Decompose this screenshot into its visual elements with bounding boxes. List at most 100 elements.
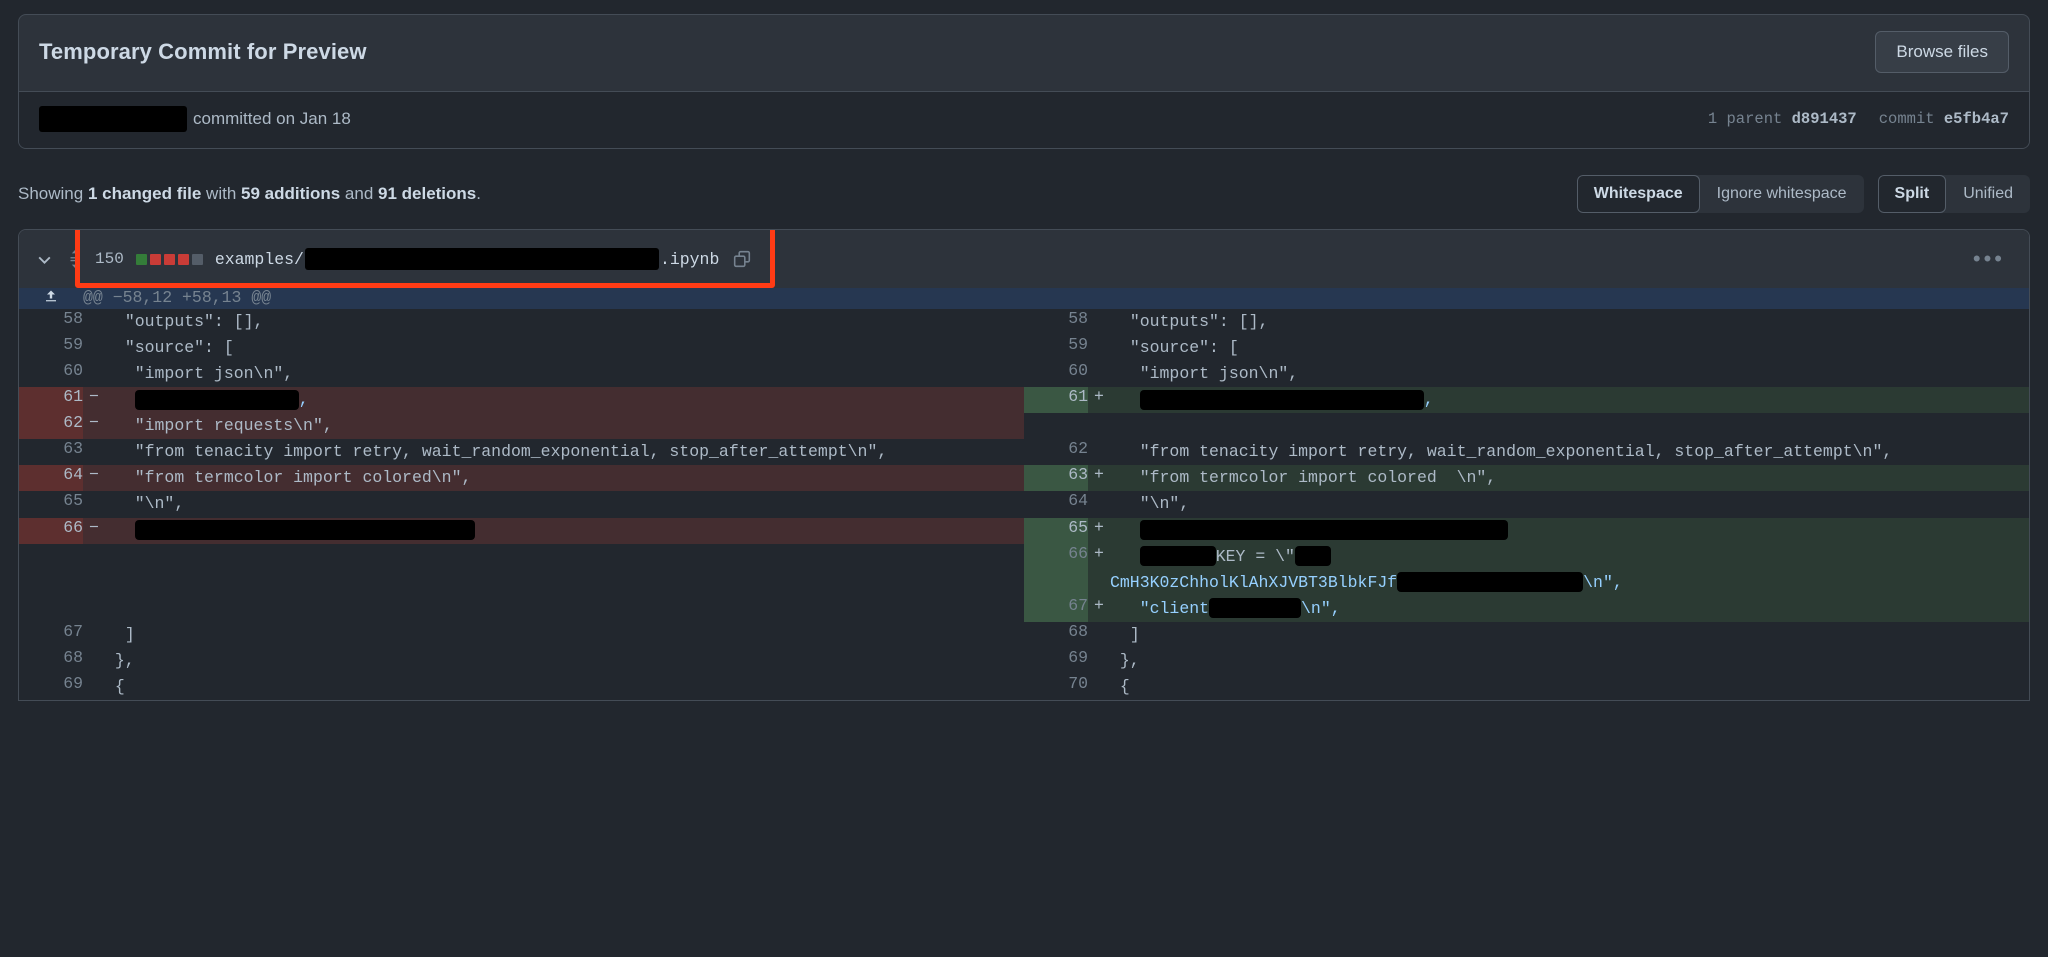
right-line-number: 59	[1024, 335, 1088, 361]
left-code[interactable]: },	[105, 648, 1024, 674]
whitespace-button[interactable]: Whitespace	[1577, 175, 1700, 213]
commit-card-header: Temporary Commit for Preview Browse file…	[19, 15, 2029, 91]
left-line-number: 63	[19, 439, 83, 465]
ignore-whitespace-button[interactable]: Ignore whitespace	[1700, 175, 1864, 213]
left-code[interactable]: ]	[105, 622, 1024, 648]
right-code[interactable]: },	[1110, 648, 2029, 674]
left-line-number: 58	[19, 309, 83, 335]
right-sign: +	[1088, 596, 1110, 622]
changed-file-count: 1 changed file	[88, 184, 201, 203]
right-sign	[1088, 439, 1110, 465]
right-line-number: 66	[1024, 544, 1088, 596]
right-code[interactable]: "client\n",	[1110, 596, 2029, 622]
right-code[interactable]: "import json\n",	[1110, 361, 2029, 387]
right-sign	[1088, 361, 1110, 387]
api-key-prefix-redacted	[1295, 546, 1331, 566]
api-key-value[interactable]: CmH3K0zChholKlAhXJVBT3BlbkFJf	[1110, 573, 1397, 592]
right-code[interactable]	[1110, 518, 2029, 544]
file-change-count: 150	[95, 250, 124, 268]
file-options-kebab-icon[interactable]: •••	[1973, 248, 2015, 270]
copy-path-icon[interactable]	[733, 250, 751, 268]
left-sign	[83, 674, 105, 700]
left-sign	[83, 648, 105, 674]
right-code[interactable]: "outputs": [],	[1110, 309, 2029, 335]
right-code[interactable]: ]	[1110, 622, 2029, 648]
right-code[interactable]: "source": [	[1110, 335, 2029, 361]
commit-sha-group-inner[interactable]: commit e5fb4a7	[1879, 110, 2009, 128]
commit-sha[interactable]: e5fb4a7	[1944, 110, 2009, 128]
left-code[interactable]: "source": [	[105, 335, 1024, 361]
commit-title: Temporary Commit for Preview	[39, 39, 367, 65]
left-line-number: 67	[19, 622, 83, 648]
right-line-number	[1024, 413, 1088, 439]
file-path[interactable]: examples/.ipynb	[215, 248, 752, 270]
parent-sha[interactable]: d891437	[1792, 110, 1857, 128]
right-code[interactable]: "from tenacity import retry, wait_random…	[1110, 439, 2029, 465]
parent-sha-group[interactable]: 1 parent d891437	[1708, 110, 1857, 128]
right-code-api-key[interactable]: KEY = \"CmH3K0zChholKlAhXJVBT3BlbkFJf\n"…	[1110, 544, 2029, 596]
showing-summary: Showing 1 changed file with 59 additions…	[18, 184, 481, 204]
additions-count: 59 additions	[241, 184, 340, 203]
left-code[interactable]: "from termcolor import colored\n",	[105, 465, 1024, 491]
browse-files-button[interactable]: Browse files	[1875, 31, 2009, 73]
left-code[interactable]: ,	[105, 387, 1024, 413]
diff-row: 68 }, 69 },	[19, 648, 2029, 674]
right-code-tail: ,	[1424, 390, 1434, 409]
left-code[interactable]: {	[105, 674, 1024, 700]
api-key-label: KEY = \"	[1216, 547, 1295, 566]
file-header-content: 150 examples/.ipynb	[67, 248, 751, 270]
right-sign: +	[1088, 544, 1110, 596]
right-line-number: 58	[1024, 309, 1088, 335]
diff-summary-row: Showing 1 changed file with 59 additions…	[18, 175, 2030, 213]
diff-row-redacted: 61 − , 61 + ,	[19, 387, 2029, 413]
right-sign: +	[1088, 387, 1110, 413]
right-sign	[1088, 413, 1110, 439]
right-sign	[1088, 335, 1110, 361]
left-code[interactable]	[105, 518, 1024, 544]
left-sign: −	[83, 465, 105, 491]
right-code[interactable]: "from termcolor import colored \n",	[1110, 465, 2029, 491]
commit-sha-group: 1 parent d891437 commit e5fb4a7	[1708, 110, 2009, 128]
diff-row: 65 "\n", 64 "\n",	[19, 491, 2029, 517]
right-code-tail: \n",	[1301, 599, 1341, 618]
showing-and: and	[340, 184, 378, 203]
right-sign	[1088, 622, 1110, 648]
left-line-number: 59	[19, 335, 83, 361]
right-code[interactable]: {	[1110, 674, 2029, 700]
hunk-header-text: @@ −58,12 +58,13 @@	[83, 288, 2029, 309]
left-code[interactable]: "from tenacity import retry, wait_random…	[105, 439, 1024, 465]
left-sign	[83, 439, 105, 465]
right-line-number: 61	[1024, 387, 1088, 413]
left-code[interactable]: "\n",	[105, 491, 1024, 517]
left-sign: −	[83, 518, 105, 544]
right-line-number: 64	[1024, 491, 1088, 517]
left-code[interactable]: "outputs": [],	[105, 309, 1024, 335]
left-code[interactable]: "import requests\n",	[105, 413, 1024, 439]
diff-row: 64 − "from termcolor import colored\n", …	[19, 465, 2029, 491]
commit-label: commit	[1879, 110, 1935, 128]
collapse-chevron-icon[interactable]	[29, 244, 59, 274]
right-line-number: 65	[1024, 518, 1088, 544]
right-code[interactable]: ,	[1110, 387, 2029, 413]
api-key-name-redacted	[1140, 546, 1216, 566]
diff-row-redacted: 66 − 65 +	[19, 518, 2029, 544]
left-code[interactable]: "import json\n",	[105, 361, 1024, 387]
diff-row: 62 − "import requests\n",	[19, 413, 2029, 439]
right-line-number: 70	[1024, 674, 1088, 700]
file-path-redacted	[305, 248, 659, 270]
left-code	[105, 596, 1024, 622]
showing-prefix: Showing	[18, 184, 88, 203]
file-path-prefix: examples/	[215, 250, 304, 269]
right-line-number: 63	[1024, 465, 1088, 491]
expand-hunk-button[interactable]	[19, 288, 83, 309]
committed-date: committed on Jan 18	[193, 109, 351, 129]
api-key-suffix-redacted	[1397, 572, 1583, 592]
parent-label: 1 parent	[1708, 110, 1782, 128]
right-code[interactable]: "\n",	[1110, 491, 2029, 517]
drag-handle-icon[interactable]	[67, 250, 83, 268]
unified-view-button[interactable]: Unified	[1946, 175, 2030, 213]
split-view-button[interactable]: Split	[1878, 175, 1947, 213]
diff-row: 63 "from tenacity import retry, wait_ran…	[19, 439, 2029, 465]
commit-author-line: committed on Jan 18	[39, 106, 351, 132]
diff-row-api-key: 66 + KEY = \" CmH3K0zChholKlAhXJVBT3BlbkF…	[19, 544, 2029, 596]
